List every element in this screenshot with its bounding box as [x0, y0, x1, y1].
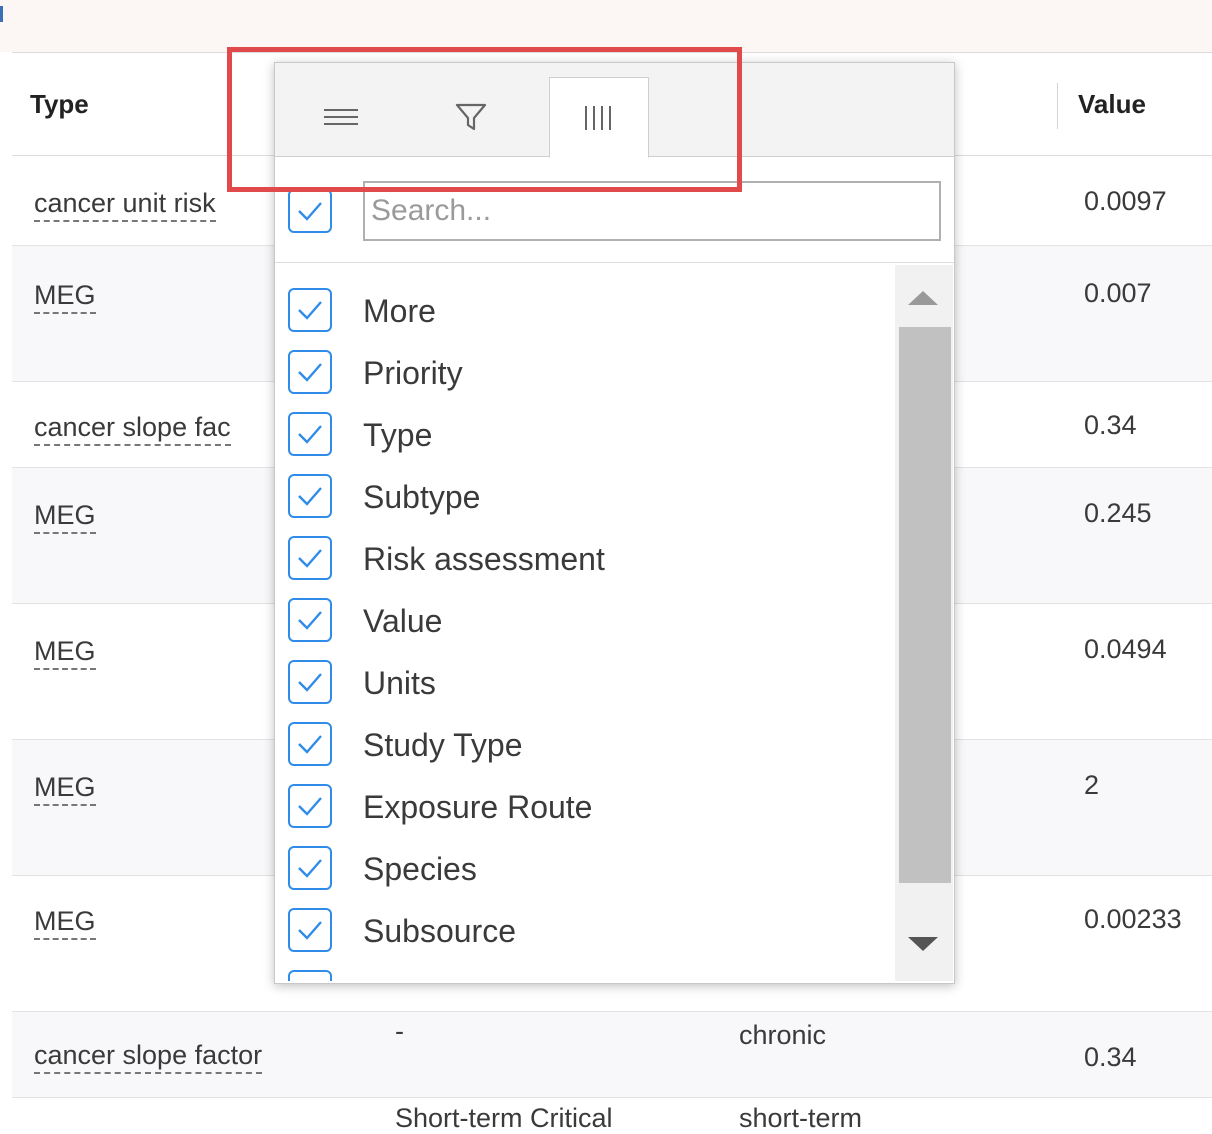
table-row[interactable]: cancer slope factor - chronic 0.34 — [12, 1012, 1212, 1098]
column-option-label: Study Type — [363, 727, 523, 763]
column-option-label: Value — [363, 603, 443, 639]
column-option-label: Risk assessment — [363, 541, 605, 577]
type-cell[interactable]: MEG — [34, 498, 96, 534]
subtype-cell: - — [395, 1016, 404, 1046]
check-icon — [298, 859, 322, 878]
column-search-input[interactable] — [363, 181, 941, 241]
duration-cell: chronic — [739, 1020, 827, 1050]
value-cell: 0.0494 — [1084, 634, 1167, 664]
column-option-subsource[interactable]: Subsource — [275, 899, 885, 961]
type-cell[interactable]: MEG — [34, 770, 96, 806]
type-cell[interactable]: cancer unit risk — [34, 186, 216, 222]
value-cell: 0.34 — [1084, 1042, 1137, 1072]
column-option-units[interactable]: Units — [275, 651, 885, 713]
check-icon — [298, 797, 322, 816]
column-option-label: S — [363, 975, 384, 981]
columns-icon — [582, 104, 616, 132]
column-option-risk-assessment[interactable]: Risk assessment — [275, 527, 885, 589]
select-all-checkbox[interactable] — [288, 189, 332, 233]
column-header-value[interactable]: Value — [1078, 89, 1146, 120]
value-cell: 2 — [1084, 770, 1100, 800]
column-option-label: Subtype — [363, 479, 481, 515]
type-cell[interactable]: MEG — [34, 904, 96, 940]
value-cell: 0.00233 — [1084, 904, 1182, 934]
value-cell: 0.0097 — [1084, 186, 1167, 216]
check-icon — [298, 425, 322, 444]
check-icon — [298, 487, 322, 506]
column-option-priority[interactable]: Priority — [275, 341, 885, 403]
column-option-label: Species — [363, 851, 477, 887]
scroll-up-arrow-icon[interactable] — [908, 291, 938, 305]
column-option-label: Exposure Route — [363, 789, 593, 825]
column-header-type[interactable]: Type — [30, 89, 89, 120]
column-menu: More Priority Type Subtype Risk assessme… — [274, 62, 955, 984]
column-option-more[interactable]: More — [275, 279, 885, 341]
menu-tab-bar — [275, 63, 954, 158]
scroll-thumb[interactable] — [899, 327, 951, 883]
check-icon — [298, 202, 322, 221]
column-option-label: More — [363, 293, 436, 329]
column-option-subtype[interactable]: Subtype — [275, 465, 885, 527]
column-checkbox[interactable] — [288, 288, 332, 332]
column-option-label: Subsource — [363, 913, 516, 949]
menu-icon — [324, 106, 358, 128]
partial-cell: short-term — [739, 1103, 863, 1133]
tab-columns[interactable] — [549, 77, 649, 158]
partial-cell: Short-term Critical — [395, 1103, 613, 1133]
check-icon — [298, 363, 322, 382]
column-list-scrollbar[interactable] — [895, 265, 953, 981]
column-option-study-type[interactable]: Study Type — [275, 713, 885, 775]
column-checkbox[interactable] — [288, 598, 332, 642]
column-checkbox[interactable] — [288, 784, 332, 828]
column-option-species[interactable]: Species — [275, 837, 885, 899]
check-icon — [298, 301, 322, 320]
top-edge-marker — [0, 6, 3, 22]
type-cell[interactable]: MEG — [34, 278, 96, 314]
column-option-label: Type — [363, 417, 433, 453]
top-strip — [0, 0, 1212, 52]
column-checkbox[interactable] — [288, 350, 332, 394]
check-icon — [298, 611, 322, 630]
filter-icon — [454, 102, 488, 132]
check-icon — [298, 735, 322, 754]
check-icon — [298, 673, 322, 692]
column-option-partial[interactable]: S — [275, 961, 885, 981]
value-cell: 0.007 — [1084, 278, 1152, 308]
check-icon — [298, 549, 322, 568]
check-icon — [295, 978, 325, 981]
column-checkbox[interactable] — [288, 908, 332, 952]
check-icon — [298, 921, 322, 940]
column-checkbox[interactable] — [288, 846, 332, 890]
column-checkbox[interactable] — [288, 970, 332, 981]
type-cell[interactable]: cancer slope fac — [34, 410, 231, 446]
column-checkbox[interactable] — [288, 660, 332, 704]
column-option-type[interactable]: Type — [275, 403, 885, 465]
column-checkbox[interactable] — [288, 474, 332, 518]
type-cell[interactable]: MEG — [34, 634, 96, 670]
column-option-exposure-route[interactable]: Exposure Route — [275, 775, 885, 837]
tab-filter[interactable] — [421, 77, 521, 157]
column-separator[interactable] — [1057, 83, 1058, 129]
column-checkbox[interactable] — [288, 536, 332, 580]
column-option-value[interactable]: Value — [275, 589, 885, 651]
scroll-down-arrow-icon[interactable] — [908, 937, 938, 951]
column-list: More Priority Type Subtype Risk assessme… — [275, 265, 954, 981]
type-cell[interactable]: cancer slope factor — [34, 1038, 263, 1074]
value-cell: 0.245 — [1084, 498, 1152, 528]
column-option-label: Priority — [363, 355, 463, 391]
tab-general[interactable] — [291, 77, 391, 157]
column-checkbox[interactable] — [288, 412, 332, 456]
column-checkbox[interactable] — [288, 722, 332, 766]
column-search-area — [275, 159, 954, 263]
value-cell: 0.34 — [1084, 410, 1137, 440]
column-option-label: Units — [363, 665, 436, 701]
